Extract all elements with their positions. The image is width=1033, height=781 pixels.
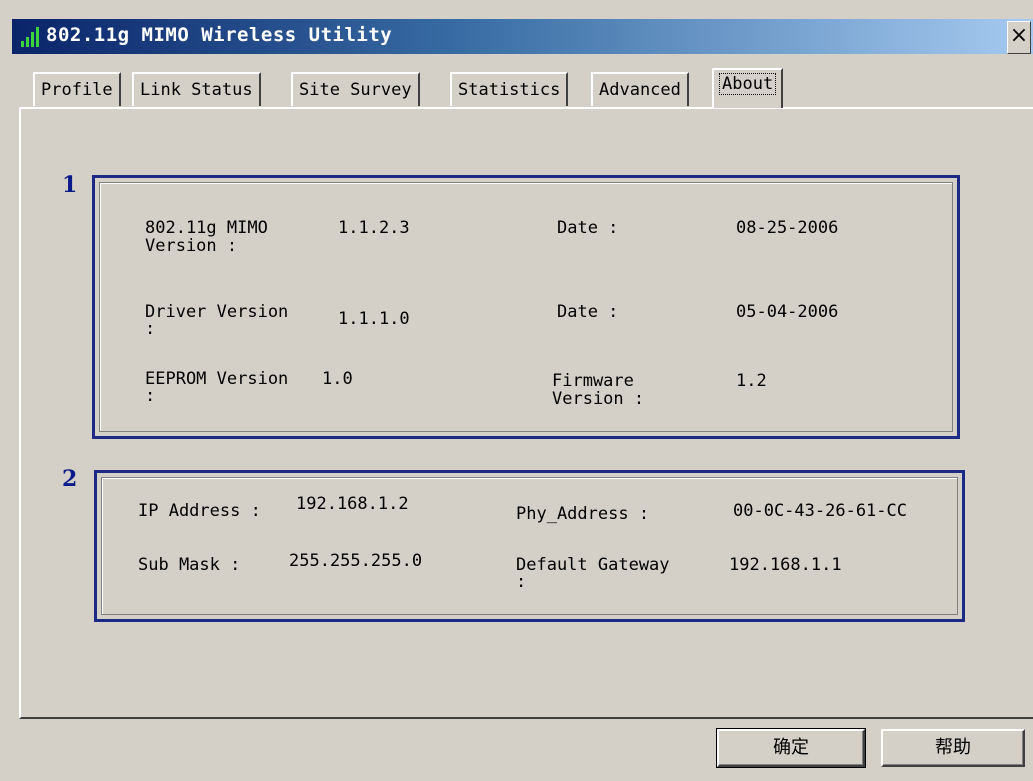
group-number-1: 1 [62, 172, 78, 198]
tab-label: About [718, 73, 777, 95]
tab-label: Statistics [458, 80, 561, 100]
sub-mask-label: Sub Mask : [138, 555, 241, 575]
tab-label: Advanced [599, 80, 681, 100]
signal-strength-icon [21, 27, 39, 47]
driver-version-colon: : [145, 319, 156, 339]
utility-version-label: 802.11g MIMO Version : [145, 218, 268, 256]
ip-address-label: IP Address : [138, 501, 261, 521]
ok-button-label: 确定 [773, 737, 809, 758]
tab-link-status[interactable]: Link Status [132, 72, 261, 106]
default-gateway-value: 192.168.1.1 [729, 555, 842, 575]
tab-label: Link Status [140, 80, 253, 100]
ip-address-value: 192.168.1.2 [296, 494, 409, 514]
tab-site-survey[interactable]: Site Survey [291, 72, 420, 106]
eeprom-version-value: 1.0 [322, 369, 353, 389]
tab-statistics[interactable]: Statistics [450, 72, 569, 106]
group-number-2: 2 [62, 466, 78, 492]
driver-version-label: Driver Version [145, 302, 289, 322]
tab-about[interactable]: About [712, 68, 784, 108]
firmware-version-value: 1.2 [736, 371, 767, 391]
title-bar[interactable]: 802.11g MIMO Wireless Utility × [12, 19, 1033, 54]
tab-advanced[interactable]: Advanced [591, 72, 689, 106]
close-button[interactable]: × [1007, 21, 1031, 54]
driver-date-value: 05-04-2006 [736, 302, 839, 322]
tab-label: Site Survey [299, 80, 412, 100]
utility-date-value: 08-25-2006 [736, 218, 839, 238]
phy-address-label: Phy_Address : [516, 504, 650, 524]
help-button[interactable]: 帮助 [881, 729, 1025, 767]
firmware-version-label: Firmware Version : [552, 371, 645, 409]
default-gateway-colon: : [516, 572, 527, 592]
ok-button[interactable]: 确定 [716, 728, 866, 768]
eeprom-version-label: EEPROM Version [145, 369, 289, 389]
phy-address-value: 00-0C-43-26-61-CC [733, 501, 907, 521]
driver-date-label: Date : [557, 302, 619, 322]
network-info-group [94, 470, 965, 622]
group-inner-frame [101, 477, 958, 615]
default-gateway-label: Default Gateway [516, 555, 670, 575]
utility-date-label: Date : [557, 218, 619, 238]
sub-mask-value: 255.255.255.0 [289, 551, 423, 571]
help-button-label: 帮助 [935, 737, 971, 758]
window-title: 802.11g MIMO Wireless Utility [46, 24, 393, 46]
tab-label: Profile [41, 80, 113, 100]
eeprom-version-colon: : [145, 386, 156, 406]
utility-window: 802.11g MIMO Wireless Utility × Profile … [0, 0, 1033, 781]
utility-version-value: 1.1.2.3 [338, 218, 410, 238]
close-icon: × [1009, 23, 1029, 48]
tab-profile[interactable]: Profile [33, 72, 121, 106]
driver-version-value: 1.1.1.0 [338, 309, 410, 329]
